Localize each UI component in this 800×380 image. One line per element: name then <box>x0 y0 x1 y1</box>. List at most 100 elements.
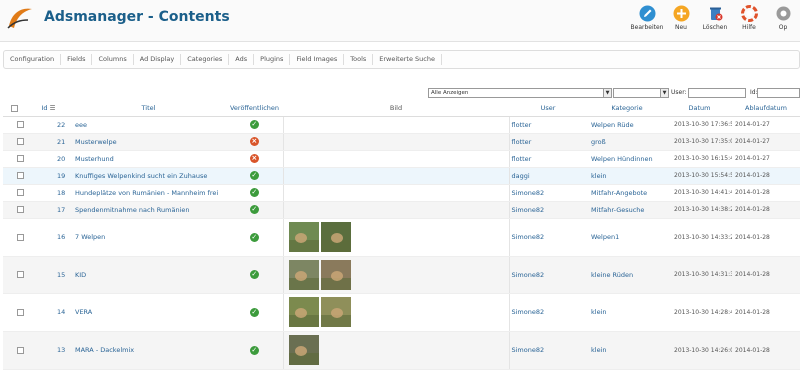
ad-category-link[interactable]: klein <box>587 167 667 185</box>
ad-title-link[interactable]: MARA - Dackelmix <box>71 331 226 370</box>
ad-title-link[interactable]: Musterwelpe <box>71 133 226 151</box>
ad-category-link[interactable]: Mitfahr-Angebote <box>587 184 667 202</box>
ad-user-link[interactable]: flotter <box>509 133 587 151</box>
new-button[interactable]: Neu <box>664 5 698 37</box>
column-header-title[interactable]: Titel <box>71 101 226 117</box>
table-row[interactable]: 14 VERA ✓ Simone82 klein 2013-10-30 14:28:49 2… <box>3 293 800 332</box>
ad-title-link[interactable]: 7 Welpen <box>71 218 226 257</box>
ad-user-link[interactable]: Simone82 <box>509 218 587 257</box>
subnav-item-ads[interactable]: Ads <box>229 54 255 65</box>
ad-title-link[interactable]: KID <box>71 256 226 294</box>
subnav-item-advanced-search[interactable]: Erweiterte Suche <box>373 54 442 65</box>
edit-button[interactable]: Bearbeiten <box>630 5 664 37</box>
row-checkbox[interactable] <box>17 155 24 162</box>
ad-title-link[interactable]: Knuffiges Welpenkind sucht ein Zuhause <box>71 167 226 185</box>
category-filter-select[interactable]: ▼ <box>613 88 669 98</box>
column-header-user[interactable]: User <box>509 101 587 117</box>
row-checkbox[interactable] <box>17 308 24 316</box>
ad-category-link[interactable]: groß <box>587 133 667 151</box>
ad-thumbnail[interactable] <box>288 259 319 290</box>
row-checkbox[interactable] <box>17 172 24 179</box>
status-filter-select[interactable]: Alle Anzeigen ▼ <box>428 88 612 98</box>
published-check-icon[interactable]: ✓ <box>249 345 259 355</box>
column-header-published[interactable]: Veröffentlichen <box>226 101 283 117</box>
ad-category-link[interactable]: Welpen Rüde <box>587 116 667 134</box>
ad-title-link[interactable]: Spendenmitnahme nach Rumänien <box>71 201 226 219</box>
ad-title-link[interactable]: Musterhund <box>71 150 226 168</box>
ad-title-link[interactable]: eee <box>71 116 226 134</box>
ad-category-link[interactable]: Mitfahr-Gesuche <box>587 201 667 219</box>
ad-user-link[interactable]: Simone82 <box>509 331 587 370</box>
unpublished-x-icon[interactable]: × <box>249 154 259 163</box>
published-check-icon[interactable]: ✓ <box>249 120 259 129</box>
row-checkbox[interactable] <box>17 121 24 128</box>
ad-category-link[interactable]: kleine Rüden <box>587 256 667 294</box>
select-all-checkbox[interactable] <box>11 104 18 112</box>
published-check-icon[interactable]: ✓ <box>249 307 259 317</box>
ad-user-link[interactable]: flotter <box>509 116 587 134</box>
ad-category-link[interactable]: klein <box>587 331 667 370</box>
unpublished-x-icon[interactable]: × <box>249 137 259 146</box>
ad-thumbnail[interactable] <box>288 222 319 252</box>
subnav-item-fields[interactable]: Fields <box>61 54 93 65</box>
row-checkbox[interactable] <box>17 346 24 354</box>
ad-user-link[interactable]: daggi <box>509 167 587 185</box>
table-row[interactable]: 16 7 Welpen ✓ Simone82 Welpen1 2013-10-30 14:… <box>3 218 800 257</box>
table-row[interactable]: 22 eee ✓ flotter Welpen Rüde 2013-10-30 17:36… <box>3 116 800 134</box>
ad-thumbnail[interactable] <box>320 259 351 290</box>
ad-user-link[interactable]: Simone82 <box>509 256 587 294</box>
ad-id[interactable]: 16 <box>26 218 71 257</box>
subnav-item-plugins[interactable]: Plugins <box>254 54 291 65</box>
ad-title-link[interactable]: Hundeplätze von Rumänien - Mannheim frei <box>71 184 226 202</box>
ad-id[interactable]: 15 <box>26 256 71 294</box>
help-button[interactable]: Hilfe <box>732 5 766 37</box>
ad-title-link[interactable]: VERA <box>71 293 226 332</box>
ad-id[interactable]: 13 <box>26 331 71 370</box>
column-header-id[interactable]: Id ☰ <box>26 101 71 117</box>
table-row[interactable]: 15 KID ✓ Simone82 kleine Rüden 2013-10-30 14:… <box>3 256 800 294</box>
row-checkbox[interactable] <box>17 206 24 213</box>
ad-id[interactable]: 19 <box>26 167 71 185</box>
table-row[interactable]: 20 Musterhund × flotter Welpen Hündinnen 2013… <box>3 150 800 168</box>
table-row[interactable]: 18 Hundeplätze von Rumänien - Mannheim fr… <box>3 184 800 202</box>
ad-thumbnail[interactable] <box>288 335 319 365</box>
table-row[interactable]: 13 MARA - Dackelmix ✓ Simone82 klein 2013-10-… <box>3 331 800 370</box>
delete-button[interactable]: Löschen <box>698 5 732 37</box>
published-check-icon[interactable]: ✓ <box>249 188 259 197</box>
ad-thumbnail[interactable] <box>320 297 351 327</box>
column-header-expiration[interactable]: Ablaufdatum <box>732 101 800 117</box>
ad-user-link[interactable]: flotter <box>509 150 587 168</box>
column-header-category[interactable]: Kategorie <box>587 101 667 117</box>
row-checkbox[interactable] <box>17 189 24 196</box>
ad-id[interactable]: 21 <box>26 133 71 151</box>
ad-user-link[interactable]: Simone82 <box>509 184 587 202</box>
ad-category-link[interactable]: Welpen1 <box>587 218 667 257</box>
table-row[interactable]: 17 Spendenmitnahme nach Rumänien ✓ Simone82… <box>3 201 800 219</box>
ad-id[interactable]: 14 <box>26 293 71 332</box>
subnav-item-categories[interactable]: Categories <box>181 54 230 65</box>
ad-user-link[interactable]: Simone82 <box>509 201 587 219</box>
ad-thumbnail[interactable] <box>320 222 351 252</box>
ad-id[interactable]: 17 <box>26 201 71 219</box>
ad-category-link[interactable]: Welpen Hündinnen <box>587 150 667 168</box>
subnav-item-field-images[interactable]: Field Images <box>290 54 345 65</box>
ad-category-link[interactable]: klein <box>587 293 667 332</box>
ad-thumbnail[interactable] <box>288 297 319 327</box>
ad-id[interactable]: 20 <box>26 150 71 168</box>
id-filter-input[interactable] <box>757 88 800 98</box>
options-button[interactable]: Op <box>766 5 800 37</box>
subnav-item-tools[interactable]: Tools <box>344 54 374 65</box>
subnav-item-columns[interactable]: Columns <box>92 54 134 65</box>
row-checkbox[interactable] <box>17 271 24 278</box>
published-check-icon[interactable]: ✓ <box>249 171 259 180</box>
ad-user-link[interactable]: Simone82 <box>509 293 587 332</box>
published-check-icon[interactable]: ✓ <box>249 232 259 242</box>
subnav-item-configuration[interactable]: Configuration <box>4 54 62 65</box>
published-check-icon[interactable]: ✓ <box>249 270 259 279</box>
table-row[interactable]: 19 Knuffiges Welpenkind sucht ein Zuhause… <box>3 167 800 185</box>
published-check-icon[interactable]: ✓ <box>249 205 259 214</box>
row-checkbox[interactable] <box>17 138 24 145</box>
row-checkbox[interactable] <box>17 233 24 241</box>
table-row[interactable]: 21 Musterwelpe × flotter groß 2013-10-30 17:3… <box>3 133 800 151</box>
column-header-date[interactable]: Datum <box>667 101 732 117</box>
